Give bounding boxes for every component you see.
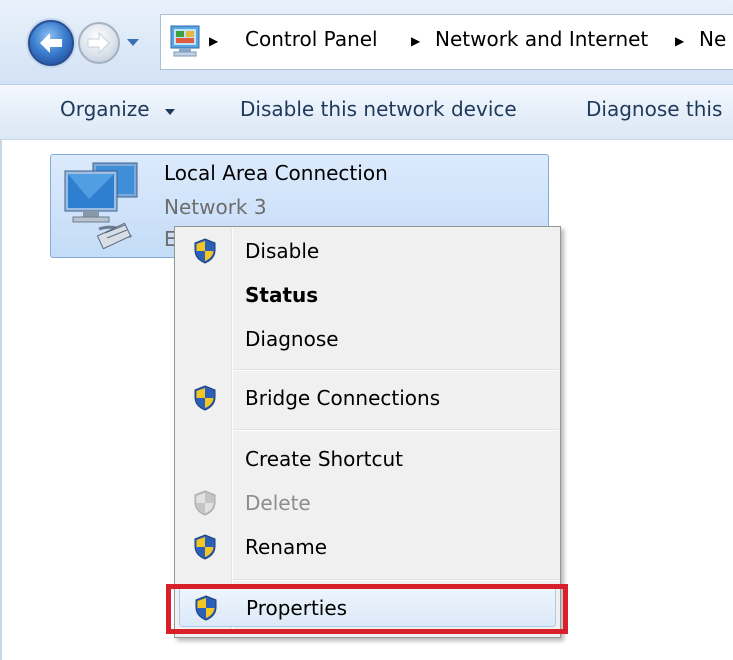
menu-item-status[interactable]: Status [177,275,558,315]
breadcrumb-separator-icon[interactable]: ▶ [675,34,684,48]
uac-shield-disabled-icon [194,490,216,516]
breadcrumb-network-and-internet[interactable]: Network and Internet [435,27,648,51]
breadcrumb-control-panel[interactable]: Control Panel [245,27,378,51]
menu-item-label: Diagnose [245,327,339,351]
breadcrumb-separator-icon[interactable]: ▶ [209,34,218,48]
menu-item-delete: Delete [177,483,558,523]
uac-shield-icon [194,238,216,264]
breadcrumb-network-connections[interactable]: Ne [699,27,726,51]
network-adapter-icon [64,162,138,250]
uac-shield-icon [194,385,216,411]
uac-shield-icon [194,534,216,560]
menu-separator [233,429,559,431]
menu-item-bridge-connections[interactable]: Bridge Connections [177,378,558,418]
back-arrow-icon [40,33,62,53]
menu-separator [233,369,559,371]
menu-item-label: Bridge Connections [245,386,441,410]
menu-item-rename[interactable]: Rename [177,527,558,567]
connection-name: Local Area Connection [164,161,388,185]
address-bar: ▶ Control Panel ▶ Network and Internet ▶… [0,0,733,85]
forward-arrow-icon [87,31,110,55]
forward-button[interactable] [78,22,120,64]
breadcrumb-separator-icon[interactable]: ▶ [411,34,420,48]
command-bar: Organize Disable this network device Dia… [0,85,733,140]
menu-item-create-shortcut[interactable]: Create Shortcut [177,439,558,479]
menu-item-label: Disable [245,239,320,263]
connection-network: Network 3 [164,195,267,219]
back-button[interactable] [28,20,74,66]
menu-item-label: Rename [245,535,328,559]
menu-item-label: Status [245,283,319,307]
control-panel-icon [170,25,200,57]
menu-item-disable[interactable]: Disable [177,231,558,271]
menu-item-label: Create Shortcut [245,447,403,471]
menu-item-label: Delete [245,491,311,515]
properties-highlight-annotation [166,584,568,634]
breadcrumb[interactable]: ▶ Control Panel ▶ Network and Internet ▶… [160,14,733,70]
context-menu: Disable Status Diagnose Bridge Connectio… [174,226,561,638]
menu-item-diagnose[interactable]: Diagnose [177,319,558,359]
recent-pages-chevron-icon[interactable] [126,38,140,48]
pane-border [0,140,2,660]
diagnose-connection-button[interactable]: Diagnose this [586,97,722,121]
organize-button[interactable]: Organize [60,97,150,121]
dropdown-arrow-icon[interactable] [164,108,176,116]
menu-separator [233,579,559,581]
disable-network-device-button[interactable]: Disable this network device [240,97,517,121]
